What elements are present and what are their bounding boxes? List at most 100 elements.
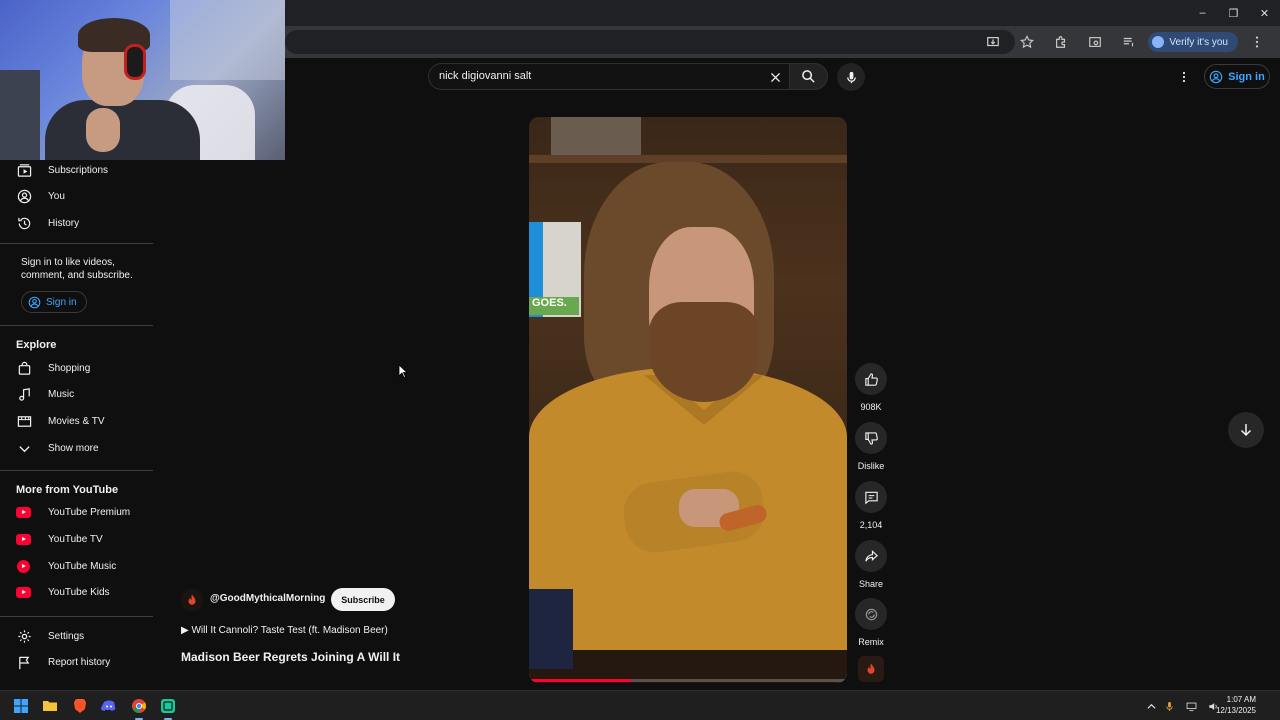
subscribe-button[interactable]: Subscribe xyxy=(331,588,395,611)
sidebar-item-youtube-music[interactable]: YouTube Music xyxy=(0,553,153,579)
sidebar-item-music[interactable]: Music xyxy=(0,381,153,407)
bookmark-star-icon[interactable] xyxy=(1012,30,1042,54)
sidebar-item-youtube-tv[interactable]: YouTube TV xyxy=(0,526,153,552)
file-explorer-icon[interactable] xyxy=(40,696,60,716)
windows-start-icon[interactable] xyxy=(11,696,31,716)
sidebar-item-youtube-premium[interactable]: YouTube Premium xyxy=(0,499,153,525)
short-video-player[interactable]: GOES. xyxy=(529,117,847,683)
youtube-premium-icon xyxy=(16,506,31,518)
address-bar[interactable] xyxy=(285,30,1015,54)
sidebar-divider xyxy=(0,325,153,326)
voice-search-button[interactable] xyxy=(837,63,865,91)
sidebar-item-history[interactable]: History xyxy=(0,210,153,236)
remix-button[interactable]: Remix xyxy=(852,598,890,647)
tab-search-icon[interactable] xyxy=(1080,30,1110,54)
sidebar-item-you[interactable]: You xyxy=(0,183,153,209)
minimize-button[interactable]: – xyxy=(1187,0,1218,26)
like-count: 908K xyxy=(860,402,882,412)
sidebar-divider xyxy=(0,616,153,617)
mug xyxy=(529,589,573,669)
sidebar-item-label: Movies & TV xyxy=(48,415,105,427)
verify-identity-button[interactable]: Verify it's you xyxy=(1148,32,1238,52)
streamer-hand xyxy=(86,108,120,152)
search-input[interactable]: nick digiovanni salt xyxy=(428,63,790,90)
sidebar-sign-in-button[interactable]: Sign in xyxy=(21,291,87,313)
sidebar-divider xyxy=(0,243,153,244)
sign-in-label: Sign in xyxy=(1228,70,1265,83)
clock-time: 1:07 AM xyxy=(1226,695,1256,704)
sidebar-item-subscriptions[interactable]: Subscriptions xyxy=(0,157,153,183)
next-short-button[interactable] xyxy=(1228,412,1264,448)
system-clock[interactable]: 1:07 AM 12/13/2025 xyxy=(1216,694,1256,716)
share-button[interactable]: Share xyxy=(852,540,890,589)
like-button[interactable]: 908K xyxy=(852,363,890,412)
media-controls-icon[interactable] xyxy=(1114,30,1144,54)
brave-browser-icon[interactable] xyxy=(70,696,90,716)
app-icon[interactable] xyxy=(158,696,178,720)
search-query: nick digiovanni salt xyxy=(439,70,532,82)
sidebar-item-shopping[interactable]: Shopping xyxy=(0,355,153,381)
film-icon xyxy=(16,413,32,429)
tray-overflow-icon[interactable] xyxy=(1144,702,1158,711)
chevron-down-icon xyxy=(16,440,32,456)
video-progress-fill xyxy=(529,679,631,682)
sidebar: Subscriptions You History Sign in to lik… xyxy=(0,160,153,690)
video-poster-text: GOES. xyxy=(529,297,579,315)
share-label: Share xyxy=(858,579,884,589)
sidebar-item-label: Subscriptions xyxy=(48,164,109,176)
microphone-tray-icon[interactable] xyxy=(1158,701,1180,712)
sidebar-item-label: History xyxy=(48,217,80,229)
thumbs-down-icon xyxy=(855,422,887,454)
restore-button[interactable]: ❐ xyxy=(1218,0,1249,26)
channel-sound-thumbnail[interactable] xyxy=(858,656,884,682)
flame-logo-icon xyxy=(867,663,875,674)
search-button[interactable] xyxy=(789,63,828,90)
webcam-prop xyxy=(0,70,40,160)
dislike-button[interactable]: Dislike xyxy=(852,422,890,471)
sidebar-item-report-history[interactable]: Report history xyxy=(0,649,153,675)
thumbs-up-icon xyxy=(855,363,887,395)
discord-icon[interactable] xyxy=(99,696,119,716)
sidebar-item-show-more[interactable]: Show more xyxy=(0,435,153,461)
channel-name[interactable]: @GoodMythicalMorning xyxy=(210,593,325,604)
share-icon xyxy=(855,540,887,572)
sidebar-item-label: YouTube TV xyxy=(48,533,103,545)
comments-button[interactable]: 2,104 xyxy=(852,481,890,530)
gear-icon xyxy=(16,628,32,644)
chrome-icon[interactable] xyxy=(129,696,149,720)
shopping-bag-icon xyxy=(16,360,32,376)
sidebar-item-label: YouTube Kids xyxy=(48,586,110,598)
window-controls: – ❐ ✕ xyxy=(1187,0,1280,26)
account-circle-icon xyxy=(1209,70,1223,83)
sidebar-item-label: You xyxy=(48,190,65,202)
extensions-puzzle-icon[interactable] xyxy=(1046,30,1076,54)
channel-avatar[interactable] xyxy=(181,589,203,611)
browser-menu-icon[interactable] xyxy=(1242,30,1272,54)
history-icon xyxy=(16,215,32,231)
sidebar-item-label: Music xyxy=(48,388,75,400)
sidebar-item-settings[interactable]: Settings xyxy=(0,623,153,649)
related-video-link[interactable]: ▶ Will It Cannoli? Taste Test (ft. Madis… xyxy=(181,625,388,636)
mouse-cursor-icon xyxy=(398,364,408,378)
sidebar-sign-in-label: Sign in xyxy=(46,296,77,308)
account-circle-icon xyxy=(28,296,41,308)
explore-heading: Explore xyxy=(16,339,57,351)
host-beard xyxy=(649,302,759,402)
settings-menu-icon[interactable] xyxy=(1176,66,1192,88)
search-icon xyxy=(802,70,815,83)
network-icon[interactable] xyxy=(1180,701,1202,712)
subscriptions-icon xyxy=(16,162,32,178)
sign-in-button[interactable]: Sign in xyxy=(1204,64,1270,89)
streamer-body xyxy=(45,100,200,160)
sidebar-item-youtube-kids[interactable]: YouTube Kids xyxy=(0,579,153,605)
close-window-button[interactable]: ✕ xyxy=(1249,0,1280,26)
flag-icon xyxy=(16,654,32,670)
sidebar-item-label: YouTube Music xyxy=(48,560,117,572)
sidebar-item-movies-tv[interactable]: Movies & TV xyxy=(0,408,153,434)
system-tray xyxy=(1144,698,1224,714)
sidebar-item-label: Shopping xyxy=(48,362,91,374)
arrow-down-icon xyxy=(1240,424,1252,437)
remix-label: Remix xyxy=(858,637,884,647)
clear-search-icon[interactable] xyxy=(766,68,784,86)
install-app-icon[interactable] xyxy=(978,30,1008,54)
